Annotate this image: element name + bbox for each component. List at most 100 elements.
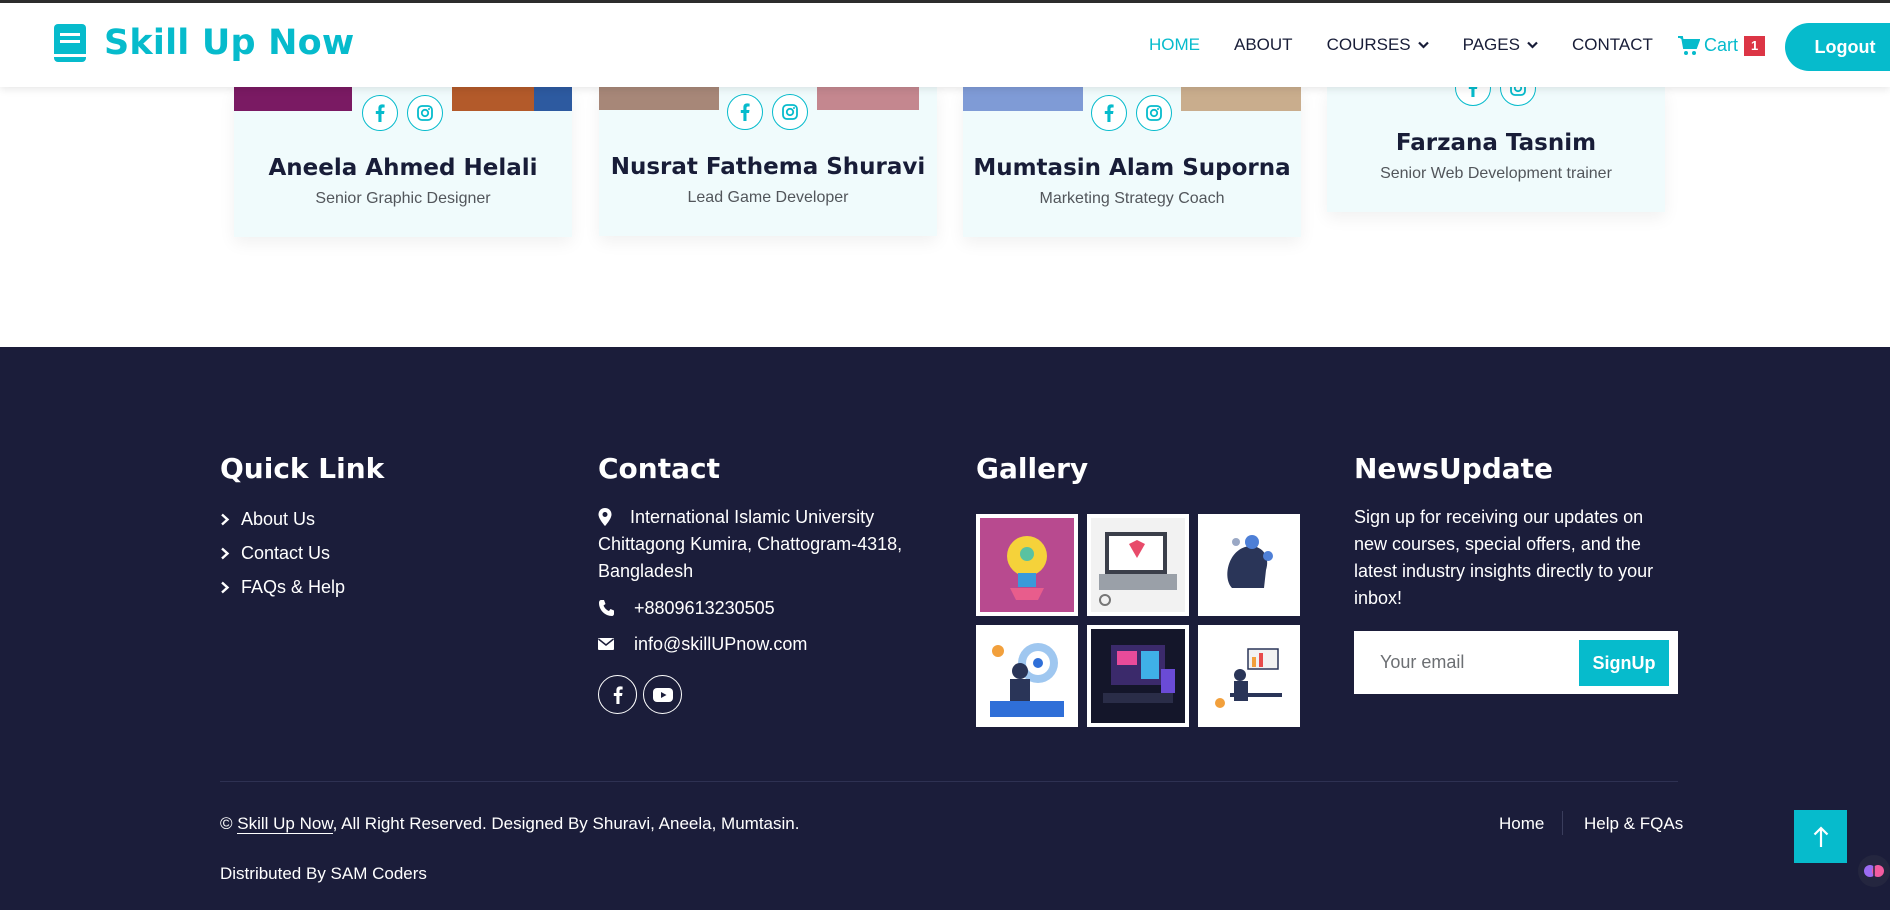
team-card: Mumtasin Alam Suporna Marketing Strategy… — [963, 77, 1301, 237]
newsletter-email-input[interactable] — [1364, 641, 1564, 683]
nav-home-label: HOME — [1149, 35, 1200, 54]
facebook-link[interactable] — [1091, 95, 1127, 131]
copyright: © Skill Up Now, All Right Reserved. Desi… — [220, 814, 799, 834]
copyright-symbol: © — [220, 814, 238, 833]
logout-button[interactable]: Logout — [1785, 23, 1890, 71]
facebook-icon — [613, 685, 623, 704]
quick-link-about[interactable]: About Us — [220, 509, 315, 530]
footer-nav-help[interactable]: Help & FQAs — [1584, 814, 1683, 834]
phone-icon — [599, 600, 614, 616]
chevron-right-icon — [221, 513, 230, 526]
email-text: info@skillUPnow.com — [634, 634, 808, 654]
navbar: Skill Up Now HOME ABOUT COURSES PAGES CO… — [0, 3, 1890, 87]
instagram-link[interactable] — [407, 95, 443, 131]
cart-count-badge: 1 — [1744, 35, 1766, 56]
nav-home[interactable]: HOME — [1149, 35, 1200, 55]
facebook-link[interactable] — [727, 94, 763, 130]
quick-link-contact[interactable]: Contact Us — [220, 543, 330, 564]
gallery-image[interactable] — [1198, 625, 1300, 727]
news-title: NewsUpdate — [1354, 452, 1554, 485]
social-links — [362, 95, 452, 131]
idea-bulb-illustration — [980, 518, 1074, 612]
chevron-right-icon — [221, 581, 230, 594]
ai-head-illustration — [1202, 518, 1296, 612]
footer: Quick Link About Us Contact Us FAQs & He… — [0, 347, 1890, 910]
address-text: International Islamic University Chittag… — [598, 507, 903, 581]
youtube-icon — [652, 687, 673, 702]
team-member-name: Mumtasin Alam Suporna — [973, 155, 1291, 181]
brain-icon — [1864, 865, 1884, 877]
facebook-icon — [375, 104, 385, 122]
nav-pages-label: PAGES — [1462, 35, 1520, 54]
target-goal-illustration — [980, 629, 1074, 723]
team-card: Farzana Tasnim Senior Web Development tr… — [1327, 70, 1665, 212]
instagram-icon — [782, 104, 798, 120]
quick-link-label: Contact Us — [241, 543, 331, 563]
main-nav: HOME ABOUT COURSES PAGES CONTACT — [1149, 35, 1687, 55]
back-to-top-button[interactable] — [1794, 810, 1847, 863]
quick-link-faqs[interactable]: FAQs & Help — [220, 577, 345, 598]
social-links — [727, 94, 817, 130]
footer-facebook-link[interactable] — [598, 675, 637, 714]
footer-divider — [220, 781, 1678, 782]
team-member-role: Marketing Strategy Coach — [1039, 190, 1225, 207]
phone-text: +8809613230505 — [634, 598, 775, 618]
instagram-link[interactable] — [772, 94, 808, 130]
team-member-role: Senior Graphic Designer — [315, 190, 491, 207]
contact-email: info@skillUPnow.com — [598, 631, 807, 658]
devices-dark-illustration — [1091, 629, 1185, 723]
team-member-role: Senior Web Development trainer — [1380, 165, 1612, 182]
copyright-site-link[interactable]: Skill Up Now — [237, 814, 333, 834]
nav-about[interactable]: ABOUT — [1234, 35, 1293, 55]
team-card: Nusrat Fathema Shuravi Lead Game Develop… — [599, 77, 937, 236]
nav-about-label: ABOUT — [1234, 35, 1293, 54]
book-icon — [54, 24, 86, 62]
cart-label: Cart — [1704, 35, 1739, 55]
gallery-image[interactable] — [976, 514, 1078, 616]
quick-link-label: About Us — [241, 509, 316, 529]
cart-link[interactable]: Cart 1 — [1678, 35, 1766, 56]
arrow-up-icon — [1813, 825, 1828, 847]
signup-button[interactable]: SignUp — [1579, 640, 1669, 686]
gallery-image[interactable] — [976, 625, 1078, 727]
brand-logo-link[interactable]: Skill Up Now — [54, 23, 354, 63]
gallery-image[interactable] — [1087, 514, 1189, 616]
distributed-by: Distributed By SAM Coders — [220, 864, 427, 883]
remote-work-illustration — [1202, 629, 1296, 723]
gallery-image[interactable] — [1198, 514, 1300, 616]
team-member-name: Aneela Ahmed Helali — [268, 155, 538, 181]
assistant-widget-button[interactable] — [1858, 855, 1890, 887]
facebook-link[interactable] — [362, 95, 398, 131]
shopping-cart-icon — [1678, 35, 1700, 55]
quick-link-title: Quick Link — [220, 452, 385, 485]
laptop-ideas-illustration — [1091, 518, 1185, 612]
instagram-icon — [417, 105, 433, 121]
nav-contact-label: CONTACT — [1571, 35, 1653, 54]
team-member-role: Lead Game Developer — [687, 189, 849, 206]
facebook-icon — [740, 103, 750, 121]
gallery-image[interactable] — [1087, 625, 1189, 727]
footer-nav-home[interactable]: Home — [1499, 814, 1544, 834]
nav-pages-dropdown[interactable]: PAGES — [1463, 35, 1538, 55]
instagram-link[interactable] — [1136, 95, 1172, 131]
chevron-down-icon — [1417, 41, 1429, 49]
envelope-icon — [598, 638, 614, 650]
contact-address: International Islamic University Chittag… — [598, 504, 928, 585]
newsletter-form: SignUp — [1354, 631, 1678, 694]
contact-phone: +8809613230505 — [598, 595, 775, 622]
team-member-name: Farzana Tasnim — [1395, 130, 1597, 156]
nav-courses-label: COURSES — [1326, 35, 1411, 54]
copyright-text: , All Right Reserved. Designed By Shurav… — [332, 814, 800, 833]
chevron-right-icon — [221, 547, 230, 560]
map-marker-icon — [598, 508, 612, 526]
social-links — [1091, 95, 1181, 131]
footer-youtube-link[interactable] — [643, 675, 682, 714]
news-description: Sign up for receiving our updates on new… — [1354, 507, 1654, 608]
footer-nav-separator — [1562, 811, 1563, 835]
nav-courses-dropdown[interactable]: COURSES — [1327, 35, 1429, 55]
contact-title: Contact — [598, 452, 720, 485]
nav-contact[interactable]: CONTACT — [1572, 35, 1653, 55]
instagram-icon — [1146, 105, 1162, 121]
gallery-title: Gallery — [976, 452, 1089, 485]
quick-link-label: FAQs & Help — [241, 577, 346, 597]
